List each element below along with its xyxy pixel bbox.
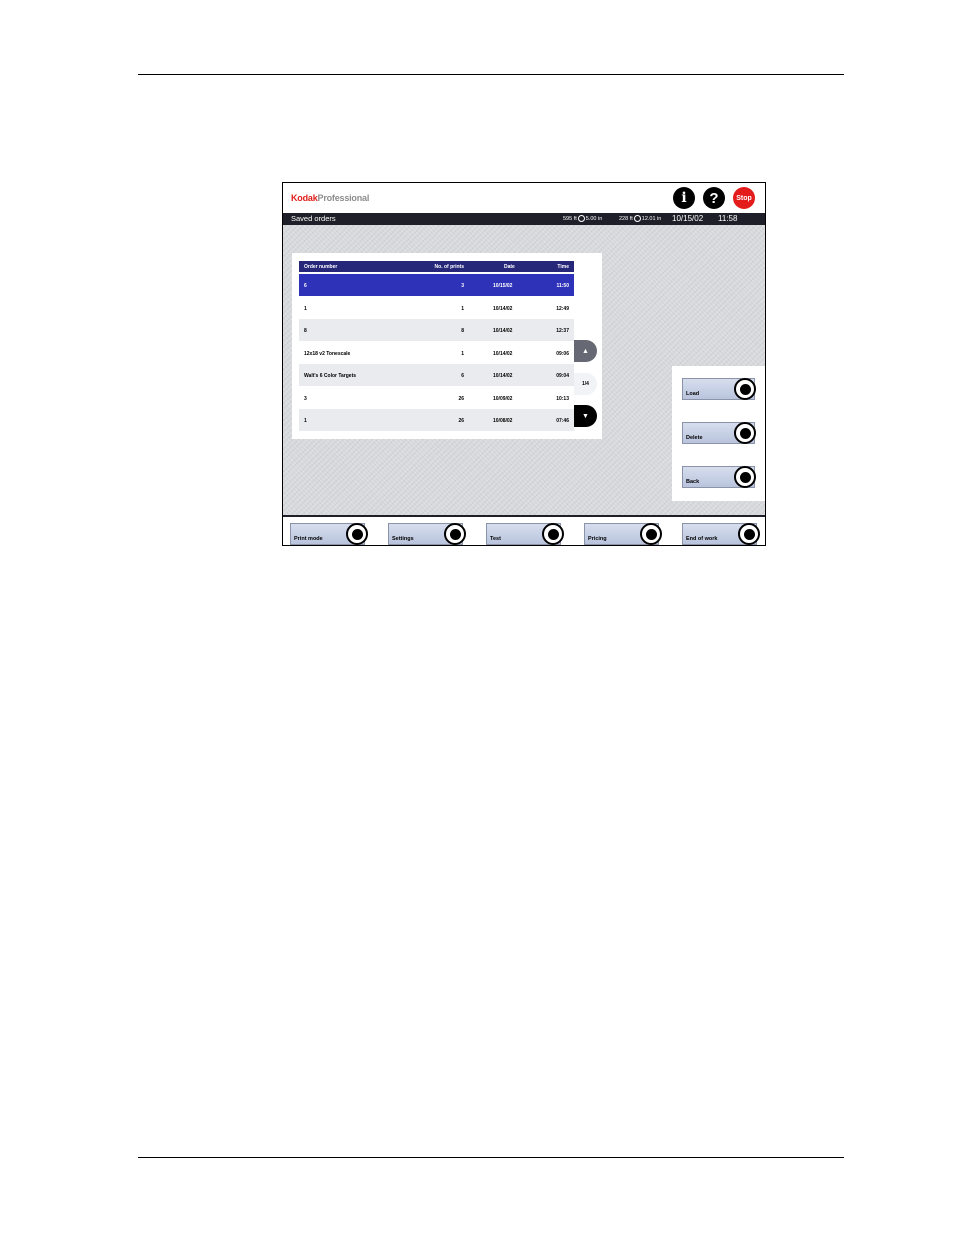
roll2-status: 228 ft 12.01 in (619, 215, 661, 222)
cell-order: 12x18 v2 Tonescale (304, 351, 351, 357)
load-label: Load (686, 391, 700, 397)
cell-order: 6 (304, 283, 307, 289)
print-mode-knob-icon[interactable] (346, 523, 368, 545)
cell-date: 10/15/02 (493, 283, 513, 289)
page-down-icon: ▼ (582, 412, 589, 420)
cell-date: 10/14/02 (493, 306, 513, 312)
top-bar: KodakProfessional i ? Stop (283, 183, 765, 213)
cell-date: 10/14/02 (493, 351, 513, 357)
cell-date: 10/08/02 (493, 418, 513, 424)
cell-prints: 26 (458, 418, 464, 424)
table-row[interactable]: 12x18 v2 Tonescale 1 10/14/02 09:06 (299, 342, 574, 364)
cell-prints: 1 (461, 306, 464, 312)
help-icon[interactable]: ? (703, 187, 725, 209)
cell-order: 1 (304, 306, 307, 312)
column-header: Order number (304, 264, 338, 270)
roll1-width: 5.00 in (585, 215, 603, 222)
paper-roll-icon (577, 215, 585, 222)
column-header: No. of prints (434, 264, 464, 270)
back-knob-icon[interactable] (734, 466, 756, 488)
bottom-toolbar: Print mode Settings Test Pricing End of … (283, 515, 765, 545)
roll1-length: 595 ft (563, 215, 577, 222)
status-time: 11:58 (718, 214, 738, 223)
status-date: 10/15/02 (672, 214, 704, 223)
delete-knob-icon[interactable] (734, 422, 756, 444)
page-up-icon: ▲ (582, 347, 589, 355)
table-row[interactable]: 1 1 10/14/02 12:49 (299, 297, 574, 319)
kodak-screen: KodakProfessional i ? Stop Saved orders … (282, 182, 766, 546)
cell-time: 10:13 (556, 396, 569, 402)
cell-order: 8 (304, 328, 307, 334)
cell-time: 12:37 (556, 328, 569, 334)
roll2-width: 12.01 in (641, 215, 662, 222)
table-header: Order number No. of prints Date Time (299, 261, 574, 272)
cell-prints: 26 (458, 396, 464, 402)
table-row[interactable]: 1 26 10/08/02 07:46 (299, 409, 574, 431)
cell-time: 09:04 (556, 373, 569, 379)
print-mode-label: Print mode (294, 536, 323, 542)
cell-date: 10/14/02 (493, 373, 513, 379)
test-label: Test (490, 536, 501, 542)
table-row[interactable]: 3 26 10/09/02 10:13 (299, 387, 574, 409)
paper-roll-icon (633, 215, 641, 222)
status-bar: Saved orders 595 ft 5.00 in 228 ft 12.01… (283, 213, 765, 225)
end-of-work-button[interactable]: End of work (682, 523, 760, 545)
settings-label: Settings (392, 536, 414, 542)
settings-button[interactable]: Settings (388, 523, 466, 545)
cell-order: Walt's 6 Color Targets (304, 373, 357, 379)
cell-prints: 6 (461, 373, 464, 379)
cell-prints: 3 (461, 283, 464, 289)
pricing-button[interactable]: Pricing (584, 523, 662, 545)
roll2-length: 228 ft (619, 215, 633, 222)
stop-button[interactable]: Stop (733, 187, 755, 209)
cell-prints: 1 (461, 351, 464, 357)
cell-date: 10/09/02 (493, 396, 513, 402)
cell-time: 07:46 (556, 418, 569, 424)
cell-time: 12:49 (556, 306, 569, 312)
table-row[interactable]: 8 8 10/14/02 12:37 (299, 319, 574, 341)
table-row[interactable]: 6 3 10/15/02 11:50 (299, 274, 574, 296)
page-up-button[interactable]: ▲ (574, 340, 597, 362)
brand-secondary: Professional (317, 193, 370, 203)
delete-label: Delete (686, 435, 703, 441)
test-button[interactable]: Test (486, 523, 564, 545)
cell-time: 09:06 (556, 351, 569, 357)
cell-time: 11:50 (556, 283, 569, 289)
end-of-work-label: End of work (686, 536, 718, 542)
load-knob-icon[interactable] (734, 378, 756, 400)
info-icon[interactable]: i (673, 187, 695, 209)
table-row[interactable]: Walt's 6 Color Targets 6 10/14/02 09:04 (299, 364, 574, 386)
cell-date: 10/14/02 (493, 328, 513, 334)
page-down-button[interactable]: ▼ (574, 405, 597, 427)
side-button-panel: Load Delete Back (672, 366, 765, 501)
end-of-work-knob-icon[interactable] (738, 523, 760, 545)
test-knob-icon[interactable] (542, 523, 564, 545)
cell-prints: 8 (461, 328, 464, 334)
orders-table: Order number No. of prints Date Time 6 3… (292, 253, 602, 439)
back-label: Back (686, 479, 700, 485)
page-header-rule (138, 74, 844, 75)
pricing-label: Pricing (588, 536, 607, 542)
roll1-status: 595 ft 5.00 in (563, 215, 602, 222)
page-indicator: 1/4 (574, 373, 597, 395)
settings-knob-icon[interactable] (444, 523, 466, 545)
pricing-knob-icon[interactable] (640, 523, 662, 545)
cell-order: 3 (304, 396, 307, 402)
column-header: Time (557, 264, 569, 270)
screen-title: Saved orders (291, 214, 336, 223)
cell-order: 1 (304, 418, 307, 424)
brand-primary: Kodak (291, 193, 318, 203)
column-header: Date (504, 264, 515, 270)
print-mode-button[interactable]: Print mode (290, 523, 368, 545)
page-footer-rule (138, 1157, 844, 1158)
stop-label: Stop (736, 194, 752, 202)
kodak-logo: KodakProfessional (291, 193, 369, 203)
